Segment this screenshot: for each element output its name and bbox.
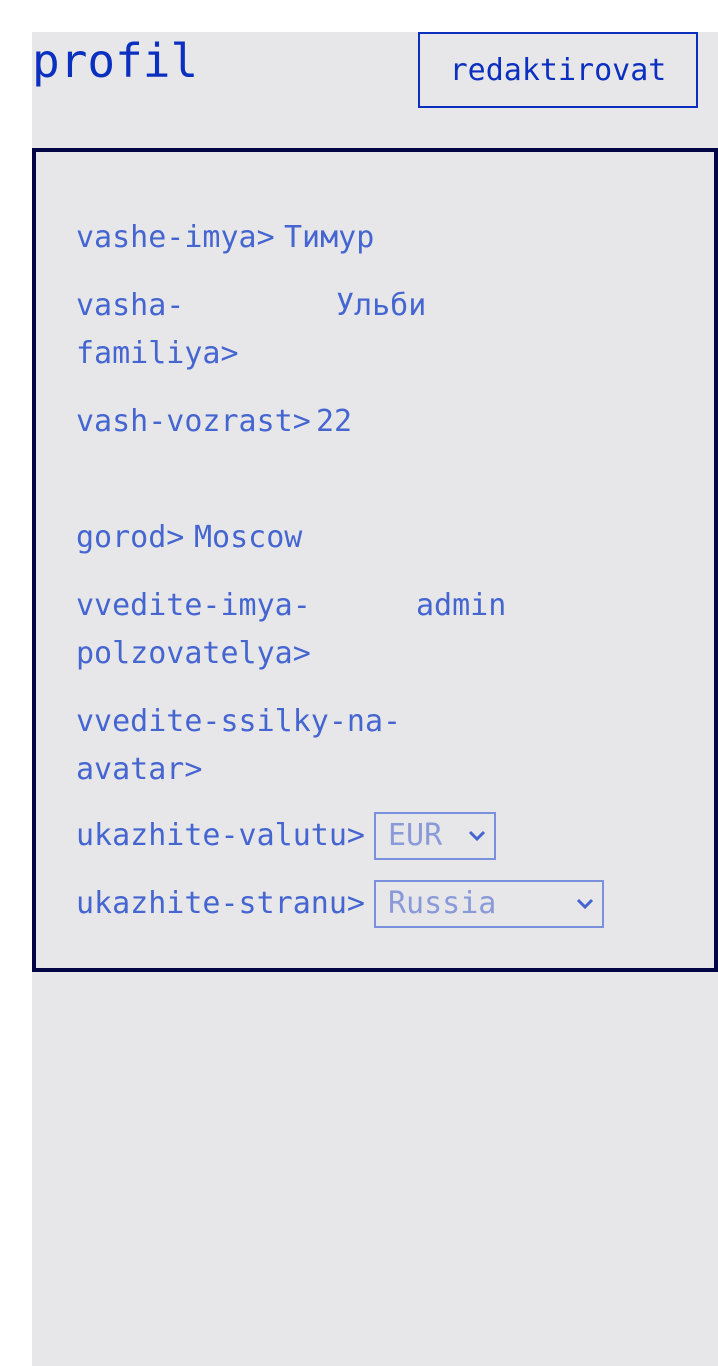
- username-label: vvedite-imya-polzovatelya>: [76, 588, 311, 671]
- city-row: gorod> Moscow: [76, 514, 302, 562]
- age-value[interactable]: 22: [316, 398, 352, 446]
- avatar-label: vvedite-ssilky-na-avatar>: [76, 704, 402, 787]
- currency-selected-value: EUR: [388, 818, 443, 853]
- country-select[interactable]: Russia: [374, 880, 604, 928]
- currency-label: ukazhite-valutu>: [76, 818, 365, 853]
- country-selected-value: Russia: [388, 886, 497, 921]
- chevron-down-icon: [468, 814, 486, 858]
- age-label: vash-vozrast>: [76, 404, 311, 439]
- currency-row: ukazhite-valutu> EUR: [76, 812, 496, 860]
- chevron-down-icon: [576, 882, 594, 926]
- page-title: profil: [32, 34, 199, 88]
- currency-select[interactable]: EUR: [374, 812, 496, 860]
- profile-card: vashe-imya> Тимур vasha-familiya> Ульби …: [32, 148, 718, 972]
- city-label: gorod>: [76, 520, 185, 555]
- profile-page: profil redaktirovat vashe-imya> Тимур va…: [32, 32, 718, 1366]
- country-row: ukazhite-stranu> Russia: [76, 880, 604, 928]
- city-value[interactable]: Moscow: [194, 514, 302, 562]
- surname-row: vasha-familiya> Ульби: [76, 282, 426, 378]
- name-row: vashe-imya> Тимур: [76, 214, 374, 262]
- username-value[interactable]: admin: [416, 582, 506, 630]
- avatar-row: vvedite-ssilky-na-avatar>: [76, 698, 406, 794]
- country-label: ukazhite-stranu>: [76, 886, 365, 921]
- name-label: vashe-imya>: [76, 220, 275, 255]
- username-row: vvedite-imya-polzovatelya> admin: [76, 582, 506, 678]
- name-value[interactable]: Тимур: [284, 214, 374, 262]
- surname-label: vasha-familiya>: [76, 288, 239, 371]
- surname-value[interactable]: Ульби: [336, 282, 426, 330]
- age-row: vash-vozrast> 22: [76, 398, 352, 446]
- edit-button[interactable]: redaktirovat: [418, 32, 698, 108]
